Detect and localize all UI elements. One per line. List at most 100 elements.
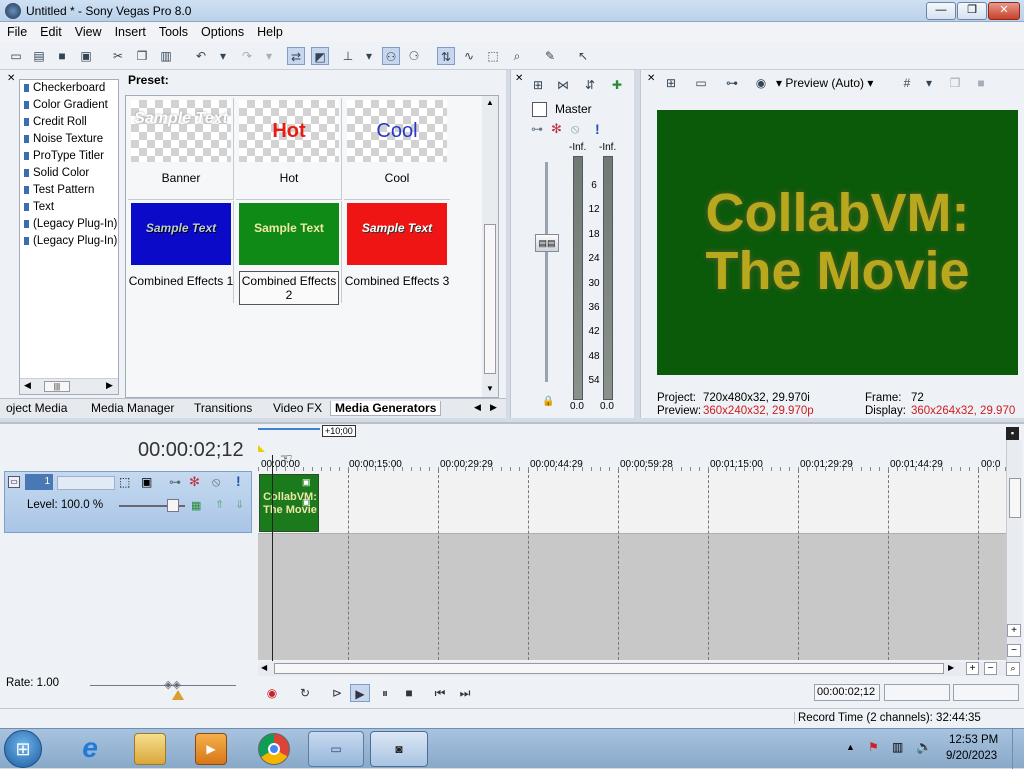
menu-insert[interactable]: Insert — [108, 22, 152, 39]
paste-icon[interactable]: ▥ — [157, 47, 175, 65]
track-motion-icon[interactable]: ⬚ — [119, 475, 130, 489]
tab-media-generators[interactable]: Media Generators — [330, 401, 442, 416]
normal-edit-tool-icon[interactable]: ⇅ — [437, 47, 455, 65]
loop-region-bar[interactable] — [258, 428, 320, 430]
scroll-thumb[interactable]: ||| — [44, 381, 70, 392]
generator-item-test-pattern[interactable]: Test Pattern — [22, 184, 118, 201]
volume-icon[interactable]: 🔈 — [916, 739, 932, 755]
menu-edit[interactable]: Edit — [33, 22, 68, 39]
tab-scroll-right-icon[interactable]: ▶ — [490, 402, 497, 413]
action-center-icon[interactable]: ⚑ — [868, 740, 879, 754]
clip-pan-crop-icon[interactable]: ▣ — [302, 497, 311, 508]
preview-fx-icon[interactable]: ⊶ — [723, 74, 741, 92]
stop-icon[interactable]: ■ — [399, 684, 419, 702]
track-header[interactable]: ▭ 1 ⬚ ▣ ⊶ ✻ ⦸ ! Level: 100.0 % ▦ ⇑ ⇓ — [4, 471, 252, 533]
generator-item-noise-texture[interactable]: Noise Texture — [22, 133, 118, 150]
app-icon[interactable] — [5, 3, 21, 19]
close-pane-icon[interactable]: ✕ — [515, 73, 523, 84]
minimize-button[interactable]: — — [926, 2, 956, 20]
copy-snapshot-icon[interactable]: ❐ — [946, 74, 964, 92]
scroll-right-icon[interactable]: ▶ — [948, 663, 954, 672]
restore-button[interactable]: ❐ — [957, 2, 987, 20]
render-icon[interactable]: ✎ — [541, 47, 559, 65]
timeline-horizontal-scrollbar[interactable]: ◀ ▶ + − — [258, 662, 1006, 676]
menu-options[interactable]: Options — [194, 22, 250, 39]
new-icon[interactable]: ▭ — [7, 47, 25, 65]
preset-banner[interactable]: Sample Text Banner — [128, 98, 234, 200]
insert-bus-icon[interactable]: ⊞ — [529, 76, 547, 94]
marker-bar-icon[interactable]: ▪ — [1006, 427, 1019, 440]
save-snapshot-icon[interactable]: ■ — [972, 74, 990, 92]
close-pane-icon[interactable]: ✕ — [7, 73, 15, 84]
envelope-edit-tool-icon[interactable]: ∿ — [460, 47, 478, 65]
zoom-out-horizontal-icon[interactable]: − — [984, 662, 997, 675]
bus-fx-icon[interactable]: ✻ — [551, 121, 562, 137]
save-icon[interactable]: ■ — [53, 47, 71, 65]
media-player-icon[interactable]: ▶ — [195, 733, 227, 765]
preset-vertical-scrollbar[interactable]: ▲ ▼ — [482, 96, 498, 397]
menu-view[interactable]: View — [68, 22, 108, 39]
loop-playback-icon[interactable]: ↻ — [295, 684, 315, 702]
bus-solo-icon[interactable]: ! — [595, 121, 600, 137]
tab-media-manager[interactable]: Media Manager — [87, 401, 178, 415]
preview-properties-icon[interactable]: ⊞ — [662, 74, 680, 92]
playhead-cursor[interactable] — [272, 455, 273, 661]
undo-icon[interactable]: ↶ — [192, 47, 210, 65]
master-fader[interactable]: ▤▤ — [535, 234, 559, 252]
bus-move-icon[interactable]: ⊶ — [531, 122, 543, 136]
play-from-start-icon[interactable]: ⊳ — [327, 684, 347, 702]
track-name-field[interactable] — [57, 476, 115, 490]
preset-hot[interactable]: Hot Hot — [236, 98, 342, 200]
generator-item-checkerboard[interactable]: Checkerboard — [22, 82, 118, 99]
track-fx-icon[interactable]: ✻ — [189, 474, 200, 490]
selection-edit-tool-icon[interactable]: ⬚ — [484, 47, 502, 65]
preset-cool[interactable]: Cool Cool — [344, 98, 450, 200]
cursor-position-field[interactable]: 00:00:02;12 — [814, 684, 880, 701]
zoom-edit-tool-icon[interactable]: ⌕ — [508, 47, 526, 65]
video-track-lane[interactable] — [258, 471, 1006, 534]
fader-lock-icon[interactable]: 🔒 — [542, 396, 554, 407]
close-pane-icon[interactable]: ✕ — [647, 73, 655, 84]
generator-item-protype-titler[interactable]: ProType Titler — [22, 150, 118, 167]
tab-transitions[interactable]: Transitions — [190, 401, 256, 415]
selection-start-field[interactable] — [884, 684, 950, 701]
empty-track-area[interactable] — [258, 534, 1006, 660]
generator-item-legacy-text[interactable]: (Legacy Plug-In) T — [22, 218, 118, 235]
redo-icon[interactable]: ↷ — [238, 47, 256, 65]
master-box-icon[interactable] — [532, 102, 547, 117]
tab-project-media[interactable]: oject Media — [2, 401, 71, 415]
grouping-ignore-icon[interactable]: ⚆ — [405, 47, 423, 65]
generator-item-text[interactable]: Text — [22, 201, 118, 218]
file-explorer-icon[interactable] — [134, 733, 166, 765]
preset-combined-effects-3[interactable]: Sample Text Combined Effects 3 — [344, 201, 450, 303]
generator-item-solid-color[interactable]: Solid Color — [22, 167, 118, 184]
scroll-right-icon[interactable]: ▶ — [106, 380, 113, 391]
scroll-thumb[interactable] — [274, 663, 944, 674]
overlays-dropdown-icon[interactable]: ▾ — [920, 74, 938, 92]
start-button[interactable]: ⊞ — [4, 730, 42, 768]
track-solo-icon[interactable]: ! — [236, 473, 241, 489]
level-slider-thumb[interactable] — [167, 499, 179, 512]
internet-explorer-icon[interactable]: e — [74, 733, 106, 765]
selection-length-field[interactable] — [953, 684, 1019, 701]
clock-time[interactable]: 12:53 PM — [949, 734, 998, 746]
video-clip[interactable]: CollabVM: The Movie ▣ ▣ — [259, 474, 319, 532]
scroll-thumb[interactable] — [1009, 478, 1021, 518]
zoom-tool-icon[interactable]: ⌕ — [1006, 662, 1020, 676]
preview-quality-dropdown[interactable]: ▾ Preview (Auto) ▾ — [776, 76, 873, 90]
clock-date[interactable]: 9/20/2023 — [946, 750, 997, 762]
play-icon[interactable]: ▶ — [350, 684, 370, 702]
menu-tools[interactable]: Tools — [152, 22, 194, 39]
show-hidden-icons[interactable]: ▲ — [846, 742, 855, 752]
go-to-start-icon[interactable]: ⏮ — [430, 684, 450, 702]
network-app-icon[interactable]: ▭ — [308, 731, 364, 767]
auto-ripple-icon[interactable]: ⇄ — [287, 47, 305, 65]
pause-icon[interactable]: ⏸ — [375, 684, 395, 702]
marker-flag-icon[interactable] — [258, 445, 265, 452]
scroll-thumb[interactable] — [484, 224, 496, 374]
redo-dropdown-icon[interactable]: ▾ — [260, 47, 278, 65]
whats-this-icon[interactable]: ↖ — [574, 47, 592, 65]
overlays-icon[interactable]: # — [898, 74, 916, 92]
record-icon[interactable]: ◉ — [262, 684, 282, 702]
scroll-left-icon[interactable]: ◀ — [261, 663, 267, 672]
